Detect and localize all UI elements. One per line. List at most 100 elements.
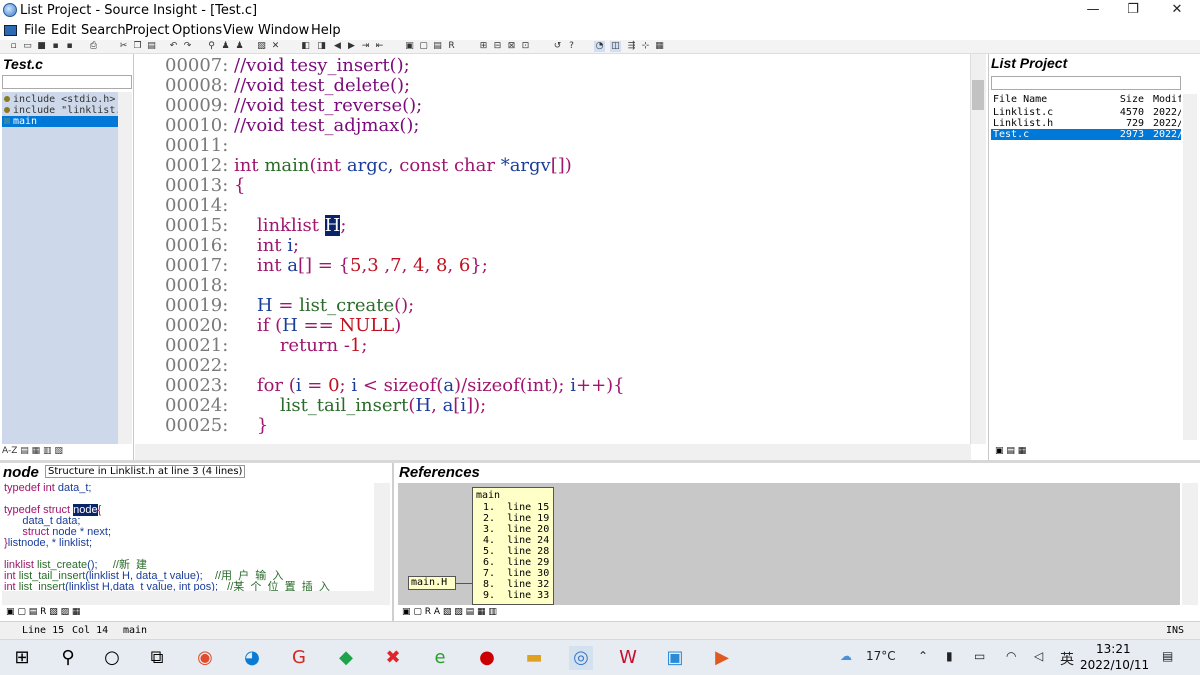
- redo-icon[interactable]: ↷: [182, 41, 193, 52]
- symbol-search-input[interactable]: [2, 75, 132, 89]
- clock-date[interactable]: 2022/10/11: [1080, 658, 1149, 672]
- cut-icon[interactable]: ✂: [118, 41, 129, 52]
- references-toolbar[interactable]: ▣ ▢ R A ▧ ▨ ▤ ▦ ▥: [402, 607, 497, 617]
- context-code-view[interactable]: typedef int data_t; typedef struct node{ …: [4, 483, 372, 593]
- bookmark-list-icon[interactable]: ◨: [316, 41, 327, 52]
- column-filename[interactable]: File Name: [993, 94, 1047, 105]
- search-icon[interactable]: ⚲: [56, 646, 80, 670]
- references-graph[interactable]: main.H main 1. line 15 2. line 19 3. lin…: [398, 483, 1180, 605]
- context-scrollbar[interactable]: [374, 483, 390, 591]
- volume-icon[interactable]: ◁: [1034, 649, 1043, 663]
- menu-options[interactable]: Options: [172, 23, 222, 38]
- context-window-icon[interactable]: ▢: [418, 41, 429, 52]
- xmind-icon[interactable]: ✖: [381, 646, 405, 670]
- project-grid-icon[interactable]: ▦: [1018, 446, 1027, 456]
- code-line[interactable]: 00025: }: [165, 415, 268, 436]
- code-line[interactable]: 00008: //void test_delete();: [165, 75, 410, 96]
- references-scrollbar[interactable]: [1182, 483, 1198, 605]
- table-row[interactable]: Linklist.c 4570 2022/: [991, 107, 1181, 118]
- edge-icon[interactable]: ◕: [240, 646, 264, 670]
- symbol-toolbar[interactable]: A-Z ▤ ▦ ▥ ▧: [2, 446, 132, 458]
- jump-icon[interactable]: ⇥: [360, 41, 371, 52]
- chevron-up-icon[interactable]: ⌃: [918, 649, 928, 663]
- code-line[interactable]: 00009: //void test_reverse();: [165, 95, 422, 116]
- project-folder-icon[interactable]: ▤: [1006, 446, 1015, 456]
- new-file-icon[interactable]: ▫: [8, 41, 19, 52]
- source-insight-icon[interactable]: ◎: [569, 646, 593, 670]
- undo-icon[interactable]: ↶: [168, 41, 179, 52]
- wifi-icon[interactable]: ◠: [1006, 649, 1016, 663]
- symbol-item-main[interactable]: main: [2, 116, 118, 127]
- reference-line[interactable]: 9. line 33: [483, 590, 549, 601]
- wps-icon[interactable]: W: [616, 646, 640, 670]
- close-file-icon[interactable]: ▪: [64, 41, 75, 52]
- code-line[interactable]: 00011:: [165, 135, 234, 156]
- editor-horizontal-scrollbar[interactable]: [135, 444, 971, 460]
- replace-icon[interactable]: ▧: [256, 41, 267, 52]
- symbol-item-linklist[interactable]: include "linklist.: [2, 105, 118, 116]
- table-row[interactable]: Test.c 2973 2022/: [991, 129, 1181, 140]
- menu-search[interactable]: Search: [81, 23, 126, 38]
- code-line[interactable]: 00015: linklist H;: [165, 215, 346, 236]
- project-window-icon[interactable]: R: [446, 41, 457, 52]
- app-blue-icon[interactable]: ▣: [663, 646, 687, 670]
- menu-window[interactable]: Window: [258, 23, 309, 38]
- column-size[interactable]: Size: [1116, 94, 1144, 105]
- layout-4-icon[interactable]: ⊡: [520, 41, 531, 52]
- reference-line[interactable]: 7. line 30: [483, 568, 549, 579]
- reference-line[interactable]: 2. line 19: [483, 513, 549, 524]
- clock-time[interactable]: 13:21: [1096, 642, 1131, 656]
- project-file-icon[interactable]: ▣: [995, 446, 1004, 456]
- forward-icon[interactable]: ▶: [346, 41, 357, 52]
- jump-back-icon[interactable]: ⇤: [374, 41, 385, 52]
- maximize-button[interactable]: ❐: [1110, 0, 1156, 22]
- graph-icon[interactable]: ⊹: [640, 41, 651, 52]
- code-line[interactable]: 00017: int a[] = {5,3 ,7, 4, 8, 6};: [165, 255, 488, 276]
- lookup-icon[interactable]: ◔: [594, 41, 605, 52]
- layout-icon[interactable]: ⊞: [478, 41, 489, 52]
- layout-2-icon[interactable]: ⊟: [492, 41, 503, 52]
- editor-scroll-thumb[interactable]: [972, 80, 984, 110]
- refs-icon[interactable]: ◫: [610, 41, 621, 52]
- code-line[interactable]: 00022:: [165, 355, 234, 376]
- input-language[interactable]: 英: [1060, 649, 1074, 669]
- panel-icon[interactable]: ▦: [654, 41, 665, 52]
- regex-icon[interactable]: ✕: [270, 41, 281, 52]
- menu-edit[interactable]: Edit: [51, 23, 76, 38]
- battery-icon[interactable]: ▭: [974, 649, 985, 663]
- menu-file[interactable]: File: [24, 23, 46, 38]
- reference-line[interactable]: 8. line 32: [483, 579, 549, 590]
- save-icon[interactable]: ■: [36, 41, 47, 52]
- code-line[interactable]: 00016: int i;: [165, 235, 299, 256]
- back-icon[interactable]: ◀: [332, 41, 343, 52]
- code-line[interactable]: 00007: //void tesy_insert();: [165, 55, 410, 76]
- video-icon[interactable]: ▶: [710, 646, 734, 670]
- code-editor[interactable]: 00007: //void tesy_insert(); 00008: //voi…: [135, 54, 968, 444]
- app-g-icon[interactable]: G: [287, 646, 311, 670]
- open-file-icon[interactable]: ▭: [22, 41, 33, 52]
- context-toolbar[interactable]: ▣ ▢ ▤ R ▧ ▨ ▦: [6, 607, 80, 617]
- paste-icon[interactable]: ▤: [146, 41, 157, 52]
- reference-line[interactable]: 1. line 15: [483, 502, 549, 513]
- reference-node[interactable]: main.H: [408, 576, 456, 590]
- project-search-input[interactable]: [991, 76, 1181, 90]
- bookmark-icon[interactable]: ◧: [300, 41, 311, 52]
- reference-line[interactable]: 6. line 29: [483, 557, 549, 568]
- sync-icon[interactable]: ↺: [552, 41, 563, 52]
- cortana-icon[interactable]: ○: [100, 646, 124, 670]
- code-line[interactable]: 00010: //void test_adjmax();: [165, 115, 419, 136]
- column-modified[interactable]: Modif: [1153, 94, 1181, 105]
- ie-icon[interactable]: e: [428, 646, 452, 670]
- reference-line[interactable]: 5. line 28: [483, 546, 549, 557]
- code-line[interactable]: 00023: for (i = 0; i < sizeof(a)/sizeof(…: [165, 375, 625, 396]
- code-line[interactable]: 00018:: [165, 275, 234, 296]
- symbol-scrollbar[interactable]: [118, 92, 132, 444]
- weather-icon[interactable]: ☁: [840, 649, 852, 663]
- code-line[interactable]: 00019: H = list_create();: [165, 295, 414, 316]
- search-icon[interactable]: ⚲: [206, 41, 217, 52]
- windows-start-icon[interactable]: ⊞: [10, 646, 34, 670]
- copy-icon[interactable]: ❐: [132, 41, 143, 52]
- close-button[interactable]: ✕: [1154, 0, 1200, 22]
- relation-window-icon[interactable]: ▤: [432, 41, 443, 52]
- project-scrollbar[interactable]: [1183, 94, 1197, 440]
